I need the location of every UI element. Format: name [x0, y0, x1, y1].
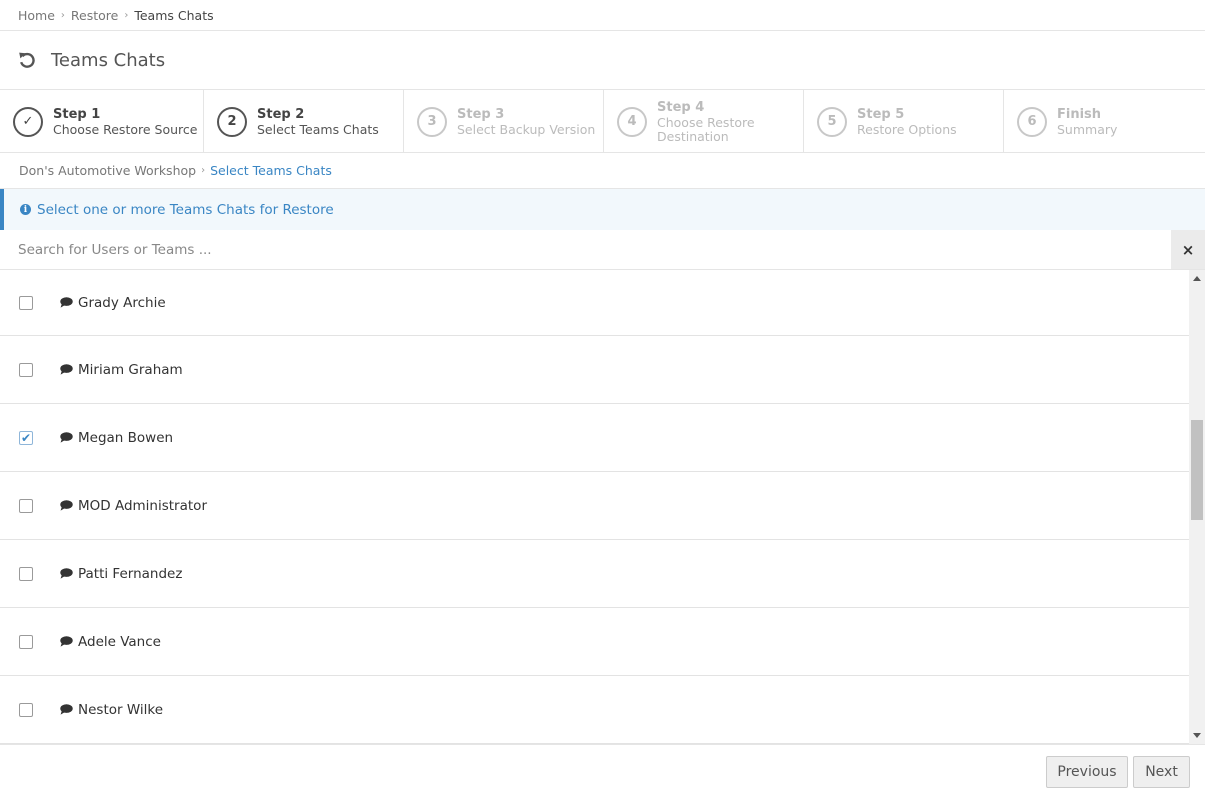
- chat-checkbox[interactable]: [19, 634, 33, 649]
- next-button[interactable]: Next: [1133, 756, 1190, 788]
- list-item[interactable]: Patti Fernandez: [0, 540, 1189, 608]
- chat-name: Grady Archie: [78, 294, 166, 311]
- scrollbar-thumb[interactable]: [1191, 420, 1203, 520]
- chat-checkbox[interactable]: [19, 362, 33, 377]
- step-text: Finish Summary: [1057, 106, 1117, 137]
- chevron-right-icon: ›: [201, 165, 206, 176]
- close-icon[interactable]: ×: [1171, 230, 1205, 269]
- page-header: Teams Chats: [0, 31, 1205, 90]
- step-description: Select Backup Version: [457, 122, 596, 137]
- breadcrumb-current: Teams Chats: [134, 7, 214, 23]
- wizard-step-3: 3 Step 3 Select Backup Version: [404, 90, 604, 153]
- chat-checkbox[interactable]: [19, 295, 33, 310]
- sub-breadcrumb: Don's Automotive Workshop › Select Teams…: [0, 153, 1205, 189]
- step-text: Step 3 Select Backup Version: [457, 106, 595, 137]
- sub-breadcrumb-org[interactable]: Don's Automotive Workshop: [19, 163, 196, 178]
- step-number-badge: 4: [617, 106, 647, 137]
- wizard-step-5: 5 Step 5 Restore Options: [804, 90, 1004, 153]
- chat-name: Patti Fernandez: [78, 565, 183, 582]
- step-description: Restore Options: [857, 122, 957, 137]
- chat-name: Nestor Wilke: [78, 701, 164, 718]
- search-input[interactable]: [0, 230, 1172, 269]
- step-number-badge: 3: [417, 106, 447, 137]
- step-number: Finish: [1057, 107, 1102, 122]
- step-description: Summary: [1057, 122, 1118, 137]
- search-bar: ×: [0, 230, 1205, 270]
- info-text: Select one or more Teams Chats for Resto…: [37, 201, 334, 218]
- chat-checkbox[interactable]: [19, 498, 33, 513]
- step-number-badge: 2: [217, 106, 247, 137]
- step-text: Step 2 Select Teams Chats: [257, 106, 379, 137]
- chat-name: Megan Bowen: [78, 429, 174, 446]
- list-item[interactable]: Miriam Graham: [0, 336, 1189, 404]
- wizard-step-6: 6 Finish Summary: [1004, 90, 1205, 153]
- chat-name: Miriam Graham: [78, 361, 183, 378]
- chat-bubble-icon: [60, 500, 73, 511]
- scroll-down-icon[interactable]: [1193, 733, 1201, 738]
- chat-list: Grady Archie Miriam Graham ✔ Megan Bowen MOD…: [0, 270, 1189, 744]
- step-number: Step 5: [857, 107, 905, 122]
- breadcrumb-home[interactable]: Home: [18, 8, 55, 23]
- step-number: Step 2: [257, 107, 305, 122]
- page-title: Teams Chats: [51, 49, 166, 71]
- step-number-badge: 5: [817, 106, 847, 137]
- chevron-right-icon: ›: [124, 9, 129, 21]
- step-description: Choose Restore Source: [53, 122, 198, 137]
- wizard-steps: ✓ Step 1 Choose Restore Source 2 Step 2 Selec…: [0, 90, 1205, 153]
- footer: Previous Next: [0, 744, 1205, 804]
- chat-bubble-icon: [60, 636, 73, 647]
- info-icon: i: [20, 204, 31, 215]
- chat-name: MOD Administrator: [78, 497, 207, 514]
- list-item[interactable]: Grady Archie: [0, 270, 1189, 336]
- chat-bubble-icon: [60, 297, 73, 308]
- scrollbar[interactable]: [1189, 270, 1205, 744]
- step-number: Step 3: [457, 107, 505, 122]
- wizard-step-2[interactable]: 2 Step 2 Select Teams Chats: [204, 90, 404, 153]
- previous-button[interactable]: Previous: [1046, 756, 1128, 788]
- restore-icon: [19, 52, 35, 68]
- chat-bubble-icon: [60, 568, 73, 579]
- chat-checkbox[interactable]: [19, 702, 33, 717]
- wizard-step-1[interactable]: ✓ Step 1 Choose Restore Source: [0, 90, 204, 153]
- scroll-up-icon[interactable]: [1193, 276, 1201, 281]
- chat-bubble-icon: [60, 364, 73, 375]
- check-circle-icon: ✓: [13, 106, 43, 137]
- step-text: Step 4 Choose Restore Destination: [657, 99, 803, 144]
- chat-name: Adele Vance: [78, 633, 161, 650]
- chat-bubble-icon: [60, 704, 73, 715]
- step-text: Step 5 Restore Options: [857, 106, 957, 137]
- step-number: Step 4: [657, 100, 705, 115]
- list-item[interactable]: Adele Vance: [0, 608, 1189, 676]
- breadcrumb: Home › Restore › Teams Chats: [0, 0, 1205, 31]
- wizard-step-4: 4 Step 4 Choose Restore Destination: [604, 90, 804, 153]
- step-number-badge: 6: [1017, 106, 1047, 137]
- step-number: Step 1: [53, 107, 101, 122]
- step-text: Step 1 Choose Restore Source: [53, 106, 197, 137]
- chat-checkbox[interactable]: [19, 566, 33, 581]
- breadcrumb-restore[interactable]: Restore: [71, 8, 118, 23]
- chevron-right-icon: ›: [60, 9, 65, 21]
- step-description: Choose Restore Destination: [657, 115, 755, 144]
- chat-bubble-icon: [60, 432, 73, 443]
- step-description: Select Teams Chats: [257, 122, 379, 137]
- list-item[interactable]: Nestor Wilke: [0, 676, 1189, 744]
- list-item[interactable]: ✔ Megan Bowen: [0, 404, 1189, 472]
- info-banner: i Select one or more Teams Chats for Res…: [0, 189, 1205, 230]
- sub-breadcrumb-current: Select Teams Chats: [210, 163, 332, 178]
- chat-checkbox[interactable]: ✔: [19, 430, 33, 445]
- list-item[interactable]: MOD Administrator: [0, 472, 1189, 540]
